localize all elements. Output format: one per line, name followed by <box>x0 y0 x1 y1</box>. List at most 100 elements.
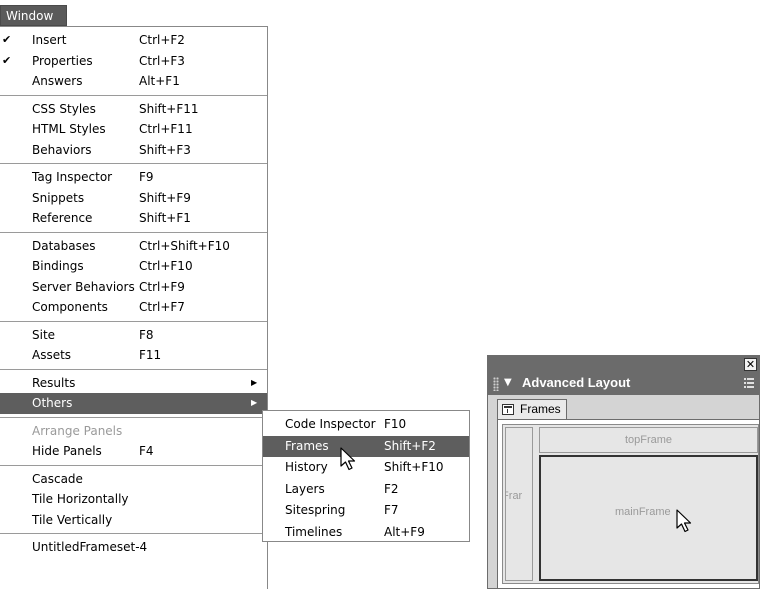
frames-icon <box>502 404 514 415</box>
menu-item-label: UntitledFrameset-4 <box>32 540 148 554</box>
menu-group-panel-visibility: Arrange Panels Hide Panels F4 <box>0 418 267 466</box>
menu-item-properties[interactable]: ✔ Properties Ctrl+F3 <box>0 51 267 72</box>
submenu-arrow-icon: ▶ <box>251 398 258 407</box>
menu-item-bindings[interactable]: Bindings Ctrl+F10 <box>0 256 267 277</box>
menu-item-insert[interactable]: ✔ Insert Ctrl+F2 <box>0 30 267 51</box>
menu-item-shortcut: Shift+F3 <box>139 142 191 157</box>
close-icon[interactable]: ✕ <box>744 358 757 371</box>
window-menu: ✔ Insert Ctrl+F2 ✔ Properties Ctrl+F3 An… <box>0 26 268 589</box>
menu-item-label: Snippets <box>32 190 85 205</box>
menu-item-label: Frames <box>285 438 329 453</box>
menu-group-documents: UntitledFrameset-4 <box>0 534 267 561</box>
submenu-item-layers[interactable]: Layers F2 <box>263 479 469 501</box>
menu-item-shortcut: F11 <box>139 348 162 362</box>
menu-item-css-styles[interactable]: CSS Styles Shift+F11 <box>0 99 267 120</box>
menu-item-document[interactable]: UntitledFrameset-4 <box>0 537 267 558</box>
panel-header[interactable]: ▼ Advanced Layout <box>488 373 759 395</box>
menu-item-databases[interactable]: Databases Ctrl+Shift+F10 <box>0 236 267 257</box>
menu-item-label: Arrange Panels <box>32 423 123 438</box>
menu-item-reference[interactable]: Reference Shift+F1 <box>0 208 267 229</box>
menu-item-assets[interactable]: Assets F11 <box>0 345 267 366</box>
menu-item-results[interactable]: Results ▶ <box>0 373 267 394</box>
menu-item-label: Layers <box>285 481 325 496</box>
menu-item-label: Bindings <box>32 259 84 273</box>
menu-item-shortcut: Alt+F1 <box>139 74 180 88</box>
menu-item-shortcut: Ctrl+F11 <box>139 122 193 136</box>
menu-item-label: Server Behaviors <box>32 279 135 294</box>
menu-item-shortcut: Ctrl+F7 <box>139 300 185 314</box>
menu-item-label: Components <box>32 300 108 314</box>
menu-item-answers[interactable]: Answers Alt+F1 <box>0 71 267 92</box>
tab-frames[interactable]: Frames <box>497 399 567 420</box>
menu-item-site[interactable]: Site F8 <box>0 325 267 346</box>
left-frame[interactable]: tFrar <box>505 427 533 581</box>
menu-item-shortcut: Ctrl+F3 <box>139 53 185 68</box>
menu-item-shortcut: F8 <box>139 327 154 342</box>
submenu-item-timelines[interactable]: Timelines Alt+F9 <box>263 522 469 544</box>
collapse-arrow-icon[interactable]: ▼ <box>504 377 512 388</box>
menu-item-others[interactable]: Others ▶ <box>0 393 267 414</box>
top-frame[interactable]: topFrame <box>539 427 758 453</box>
menu-item-shortcut: Ctrl+F10 <box>139 259 193 273</box>
menu-item-shortcut: Ctrl+F9 <box>139 279 185 294</box>
main-frame-label: mainFrame <box>615 506 671 518</box>
menu-item-html-styles[interactable]: HTML Styles Ctrl+F11 <box>0 119 267 140</box>
mouse-cursor-icon <box>676 509 692 533</box>
menu-item-label: Others <box>32 396 73 410</box>
menu-item-shortcut: Ctrl+Shift+F10 <box>139 238 230 253</box>
left-frame-label: tFrar <box>506 490 523 502</box>
menu-item-snippets[interactable]: Snippets Shift+F9 <box>0 188 267 209</box>
window-menu-title[interactable]: Window <box>0 5 67 26</box>
submenu-item-history[interactable]: History Shift+F10 <box>263 457 469 479</box>
menu-item-label: Tag Inspector <box>32 170 113 184</box>
submenu-arrow-icon: ▶ <box>251 377 258 387</box>
menu-item-label: Answers <box>32 74 83 88</box>
menu-group-styles: CSS Styles Shift+F11 HTML Styles Ctrl+F1… <box>0 96 267 164</box>
menu-item-hide-panels[interactable]: Hide Panels F4 <box>0 441 267 462</box>
menu-item-label: Tile Vertically <box>32 512 113 527</box>
submenu-item-frames[interactable]: Frames Shift+F2 <box>263 435 469 457</box>
mouse-cursor-icon <box>340 447 356 471</box>
submenu-item-sitespring[interactable]: Sitespring F7 <box>263 500 469 522</box>
menu-item-server-behaviors[interactable]: Server Behaviors Ctrl+F9 <box>0 277 267 298</box>
menu-item-shortcut: Shift+F10 <box>384 460 444 474</box>
menu-group-code: Tag Inspector F9 Snippets Shift+F9 Refer… <box>0 164 267 233</box>
frames-panel-body: tFrar topFrame mainFrame <box>497 419 759 588</box>
others-submenu: Code Inspector F10 Frames Shift+F2 Histo… <box>262 410 470 542</box>
panel-tabs: Frames <box>488 395 759 420</box>
drag-grip-icon[interactable] <box>493 377 499 391</box>
menu-item-label: Properties <box>32 53 93 68</box>
menu-item-shortcut: F10 <box>384 417 407 431</box>
menu-item-shortcut: F4 <box>139 444 154 458</box>
menu-item-shortcut: Shift+F11 <box>139 101 199 116</box>
menu-item-label: Tile Horizontally <box>32 492 129 506</box>
menu-item-label: Site <box>32 327 56 342</box>
menu-item-cascade[interactable]: Cascade <box>0 469 267 490</box>
submenu-item-code-inspector[interactable]: Code Inspector F10 <box>263 414 469 436</box>
menu-item-tag-inspector[interactable]: Tag Inspector F9 <box>0 167 267 188</box>
menu-item-label: Behaviors <box>32 142 92 157</box>
menu-item-label: Sitespring <box>285 503 346 517</box>
tab-label: Frames <box>520 402 561 416</box>
menu-item-label: History <box>285 460 328 474</box>
menu-item-tile-vertically[interactable]: Tile Vertically <box>0 510 267 531</box>
menu-item-label: Timelines <box>285 524 343 539</box>
menu-item-tile-horizontally[interactable]: Tile Horizontally <box>0 489 267 510</box>
checkmark-icon: ✔ <box>2 33 12 46</box>
options-menu-icon[interactable] <box>744 377 757 390</box>
main-frame[interactable]: mainFrame <box>539 455 758 581</box>
menu-item-label: Databases <box>32 238 96 253</box>
menu-item-components[interactable]: Components Ctrl+F7 <box>0 297 267 318</box>
menu-item-behaviors[interactable]: Behaviors Shift+F3 <box>0 140 267 161</box>
menu-item-shortcut: Shift+F2 <box>384 438 436 453</box>
frames-preview: tFrar topFrame mainFrame <box>502 424 759 584</box>
menu-item-label: Insert <box>32 33 67 47</box>
menu-item-shortcut: Ctrl+F2 <box>139 33 185 47</box>
menu-item-label: HTML Styles <box>32 122 106 136</box>
menu-item-label: Assets <box>32 348 72 362</box>
menu-item-shortcut: Shift+F9 <box>139 190 191 205</box>
menu-item-shortcut: Shift+F1 <box>139 211 191 225</box>
menu-item-label: Cascade <box>32 471 83 486</box>
checkmark-icon: ✔ <box>2 53 12 67</box>
panel-title: Advanced Layout <box>522 375 631 390</box>
